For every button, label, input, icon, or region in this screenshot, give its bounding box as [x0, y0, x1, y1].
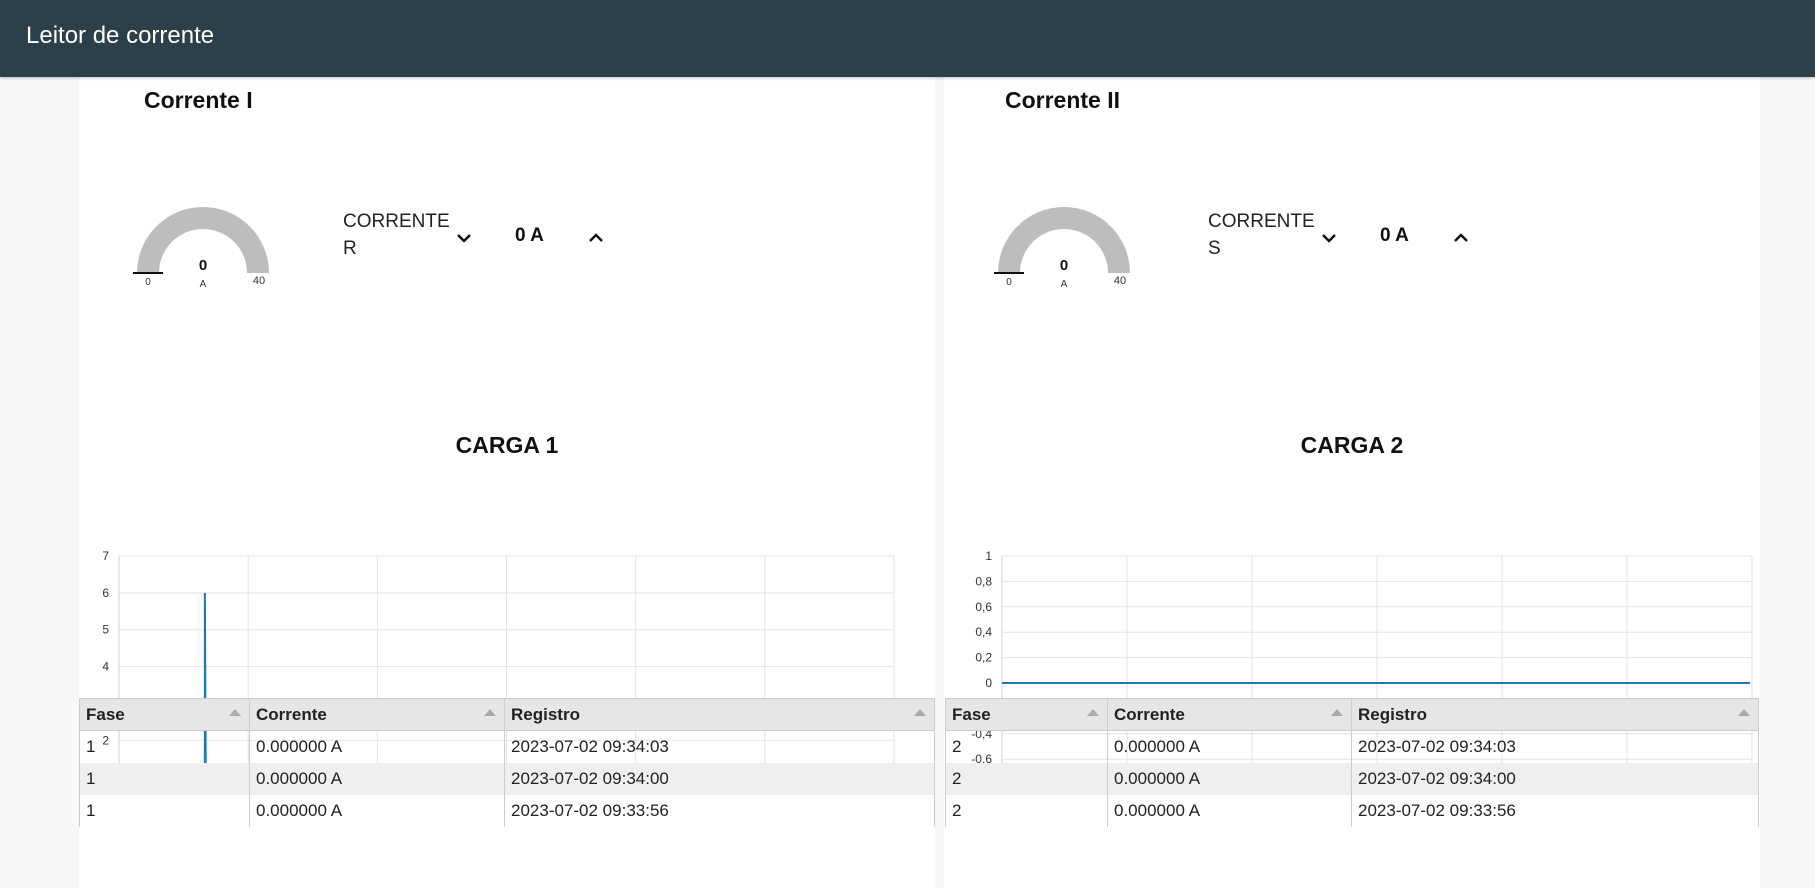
y-tick-label: 7	[102, 549, 109, 563]
cell-corrente: 0.000000 A	[1107, 762, 1352, 795]
table-row[interactable]: 2 0.000000 A 2023-07-02 09:34:00	[945, 762, 1759, 795]
gauge-max: 40	[253, 275, 265, 287]
y-tick-label: 6	[102, 586, 109, 600]
decrease-button[interactable]	[449, 223, 479, 253]
chevron-down-icon	[457, 234, 471, 243]
group-title: Corrente II	[1005, 87, 1121, 113]
sort-arrow-icon	[229, 709, 241, 716]
cell-registro: 2023-07-02 09:34:00	[504, 762, 935, 795]
cell-corrente: 0.000000 A	[1107, 730, 1352, 763]
control-value: 0 A	[515, 225, 544, 246]
y-tick-label: 0,2	[975, 651, 992, 665]
control-label: CORRENTE R	[343, 208, 450, 262]
table-row[interactable]: 1 0.000000 A 2023-07-02 09:34:03	[79, 730, 935, 763]
data-table-fase-1: Fase Corrente Registro 1 0.000000 A 2023…	[79, 698, 935, 827]
chevron-up-icon	[589, 233, 603, 242]
increase-button[interactable]	[581, 223, 611, 253]
group-title: Corrente I	[144, 87, 253, 113]
cell-fase: 1	[79, 794, 250, 827]
cell-fase: 2	[945, 730, 1108, 763]
gauge-value: 0	[199, 257, 207, 274]
table-row[interactable]: 2 0.000000 A 2023-07-02 09:33:56	[945, 794, 1759, 827]
cell-registro: 2023-07-02 09:33:56	[504, 794, 935, 827]
y-tick-label: 4	[102, 660, 109, 674]
cell-registro: 2023-07-02 09:34:03	[504, 730, 935, 763]
column-header-fase[interactable]: Fase	[945, 698, 1108, 731]
column-header-corrente[interactable]: Corrente	[1107, 698, 1352, 731]
current-gauge-r: 0 A 0 40	[123, 207, 283, 307]
control-label: CORRENTE S	[1208, 208, 1315, 262]
cell-corrente: 0.000000 A	[249, 730, 505, 763]
chevron-down-icon	[1322, 234, 1336, 243]
y-tick-label: 0,4	[975, 625, 992, 639]
sort-arrow-icon	[1738, 709, 1750, 716]
y-tick-label: 0,8	[975, 574, 992, 588]
table-row[interactable]: 1 0.000000 A 2023-07-02 09:33:56	[79, 794, 935, 827]
control-label-line2: S	[1208, 238, 1221, 259]
top-toolbar: Leitor de corrente	[0, 0, 1815, 77]
gauge-min: 0	[145, 277, 151, 288]
y-tick-label: 0,6	[975, 600, 992, 614]
control-label-line1: CORRENTE	[343, 211, 450, 232]
cell-registro: 2023-07-02 09:33:56	[1351, 794, 1759, 827]
cell-fase: 2	[945, 794, 1108, 827]
column-header-registro[interactable]: Registro	[1351, 698, 1759, 731]
sort-arrow-icon	[1087, 709, 1099, 716]
y-tick-label: 5	[102, 623, 109, 637]
control-label-line2: R	[343, 238, 357, 259]
sort-arrow-icon	[1331, 709, 1343, 716]
gauge-max: 40	[1114, 275, 1126, 287]
cell-fase: 2	[945, 762, 1108, 795]
column-header-registro[interactable]: Registro	[504, 698, 935, 731]
cell-fase: 1	[79, 730, 250, 763]
gauge-min: 0	[1006, 277, 1012, 288]
data-table-fase-2: Fase Corrente Registro 2 0.000000 A 2023…	[945, 698, 1759, 827]
chevron-up-icon	[1454, 233, 1468, 242]
increase-button[interactable]	[1446, 223, 1476, 253]
sort-arrow-icon	[914, 709, 926, 716]
cell-corrente: 0.000000 A	[249, 794, 505, 827]
table-row[interactable]: 2 0.000000 A 2023-07-02 09:34:03	[945, 730, 1759, 763]
decrease-button[interactable]	[1314, 223, 1344, 253]
column-header-fase[interactable]: Fase	[79, 698, 250, 731]
gauge-unit: A	[1061, 279, 1068, 290]
table-row[interactable]: 1 0.000000 A 2023-07-02 09:34:00	[79, 762, 935, 795]
chart-title: CARGA 1	[455, 432, 559, 458]
sort-arrow-icon	[484, 709, 496, 716]
cell-corrente: 0.000000 A	[249, 762, 505, 795]
gauge-value: 0	[1060, 257, 1068, 274]
y-tick-label: 1	[985, 549, 992, 563]
control-value: 0 A	[1380, 225, 1409, 246]
chart-title: CARGA 2	[1300, 432, 1404, 458]
column-header-corrente[interactable]: Corrente	[249, 698, 505, 731]
control-label-line1: CORRENTE	[1208, 211, 1315, 232]
cell-registro: 2023-07-02 09:34:00	[1351, 762, 1759, 795]
current-gauge-s: 0 A 0 40	[984, 207, 1144, 307]
cell-registro: 2023-07-02 09:34:03	[1351, 730, 1759, 763]
gauge-unit: A	[200, 279, 207, 290]
cell-corrente: 0.000000 A	[1107, 794, 1352, 827]
y-tick-label: 0	[985, 676, 992, 690]
cell-fase: 1	[79, 762, 250, 795]
app-title: Leitor de corrente	[26, 22, 215, 49]
